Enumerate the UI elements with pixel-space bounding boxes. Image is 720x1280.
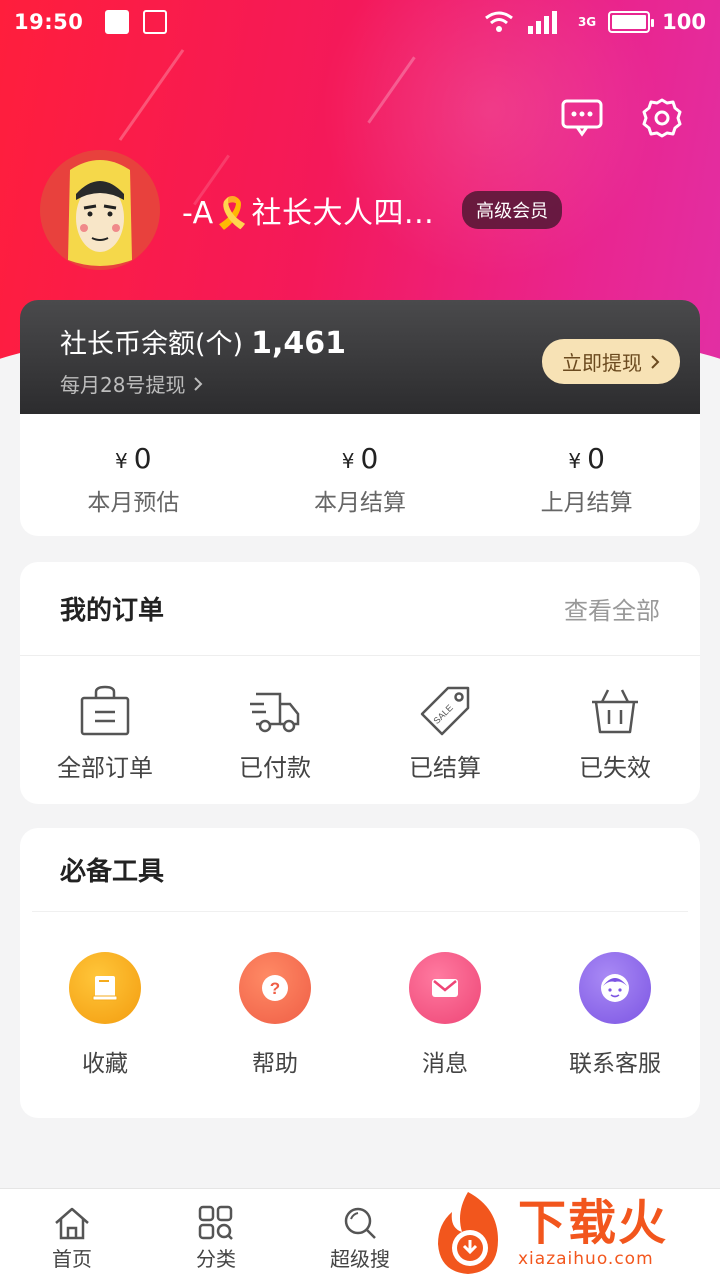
earning-value: 0 [587,442,605,475]
user-nickname: -A🎗️社长大人四... [182,196,435,231]
tab-super-search[interactable]: 超级搜 [288,1189,432,1280]
earnings-summary: ¥0 本月预估 ¥0 本月结算 ¥0 上月结算 [20,414,700,536]
order-label: 已失效 [579,754,651,782]
earning-last-month-settled[interactable]: ¥0 上月结算 [473,414,700,536]
avatar[interactable] [40,150,160,270]
tool-label: 帮助 [252,1051,298,1077]
tool-customer-service[interactable]: 联系客服 [530,952,700,1078]
withdraw-button[interactable]: 立即提现 [542,339,680,384]
order-paid[interactable]: 已付款 [190,684,360,783]
my-orders-card: 我的订单 查看全部 全部订单 已付款 SALE 已结算 已失效 [20,562,700,804]
image-icon [143,10,168,34]
tab-label: 首页 [52,1247,92,1271]
svg-text:SALE: SALE [432,703,455,726]
svg-text:?: ? [270,979,280,998]
battery-level: 100 [662,10,706,34]
tool-label: 收藏 [82,1051,128,1077]
network-type: 3G [577,15,597,29]
book-icon [69,952,141,1024]
order-settled[interactable]: SALE 已结算 [360,684,530,783]
question-icon: ? [239,952,311,1024]
earning-label: 本月结算 [314,490,406,516]
tools-title: 必备工具 [60,857,165,887]
withdraw-schedule-day: 28 [100,373,126,397]
mail-icon [409,952,481,1024]
tool-messages[interactable]: 消息 [360,952,530,1078]
earning-this-month-settled[interactable]: ¥0 本月结算 [247,414,474,536]
message-icon[interactable] [560,96,604,140]
tools-card: 必备工具 收藏 ? 帮助 消息 联系客服 [20,828,700,1118]
earning-value: 0 [133,442,152,475]
earning-this-month-estimate[interactable]: ¥0 本月预估 [20,414,247,536]
tool-label: 消息 [422,1051,468,1077]
bag-icon [80,685,130,736]
withdraw-schedule-prefix: 每月 [60,373,100,397]
tab-home[interactable]: 首页 [0,1189,144,1280]
tool-favorites[interactable]: 收藏 [20,952,190,1078]
tool-label: 联系客服 [569,1051,661,1077]
home-icon [55,1207,89,1240]
currency-symbol: ¥ [341,449,355,473]
view-all-orders-link[interactable]: 查看全部 [564,591,660,626]
balance-card: 社长币余额(个) 1,461 每月28号提现 立即提现 [20,300,700,414]
earning-label: 上月结算 [540,490,633,516]
service-icon [579,952,651,1024]
status-time: 19:50 [14,10,84,34]
tab-label: 分类 [196,1247,236,1271]
order-label: 已付款 [239,754,311,782]
basket-icon [592,689,638,734]
tab-category[interactable]: 分类 [144,1189,288,1280]
battery-icon [608,11,655,33]
truck-icon [250,692,300,733]
earning-label: 本月预估 [87,490,180,516]
sale-tag-icon: SALE [420,686,470,736]
wifi-icon [485,11,513,32]
withdraw-button-label: 立即提现 [562,351,642,375]
notification-icon [105,10,130,34]
order-all[interactable]: 全部订单 [20,684,190,783]
watermark-title: 下载火 [518,1195,669,1251]
balance-value: 1,461 [251,326,346,361]
currency-symbol: ¥ [115,449,128,473]
order-label: 全部订单 [57,754,153,782]
search-icon [344,1207,376,1239]
flame-logo-icon [438,1192,498,1274]
order-invalid[interactable]: 已失效 [530,684,700,783]
withdraw-schedule-suffix: 号提现 [125,373,186,397]
currency-symbol: ¥ [568,449,582,473]
chevron-right-icon [651,354,660,369]
balance-label: 社长币余额(个) [60,329,244,360]
earning-value: 0 [360,442,379,475]
status-bar: 19:50 3G 100 [0,0,720,44]
member-badge: 高级会员 [462,191,563,229]
orders-title: 我的订单 [60,596,165,626]
watermark-logo: 下载火 xiazaihuo.com [428,1186,720,1280]
chevron-right-icon [194,376,203,391]
tool-help[interactable]: ? 帮助 [190,952,360,1078]
watermark-domain: xiazaihuo.com [518,1249,654,1269]
tab-label: 超级搜 [330,1247,390,1271]
category-icon [198,1205,233,1240]
order-label: 已结算 [409,754,481,782]
signal-icon [527,11,557,34]
settings-gear-icon[interactable] [640,96,684,140]
